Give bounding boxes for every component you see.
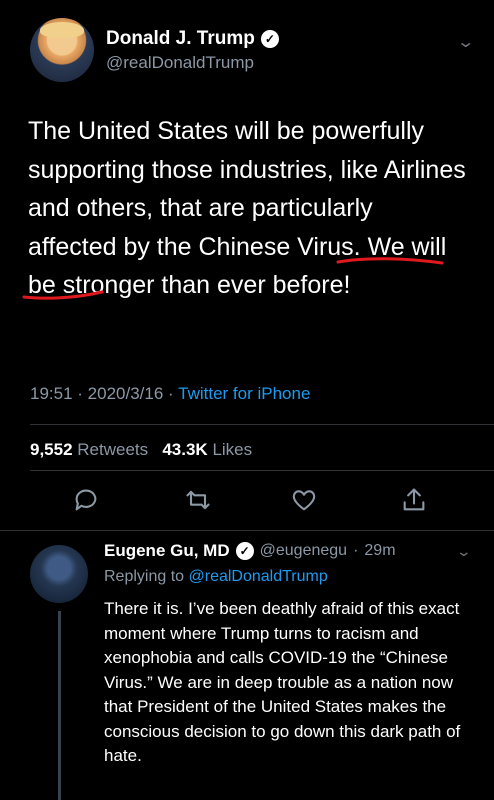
retweets-count[interactable]: 9,552 <box>30 440 73 459</box>
verified-icon: ✓ <box>260 30 279 48</box>
thread-line <box>58 611 61 800</box>
separator: · <box>168 384 179 403</box>
share-icon[interactable] <box>400 486 428 514</box>
separator: · <box>353 542 359 559</box>
reply-avatar[interactable] <box>30 545 88 603</box>
divider <box>30 424 494 425</box>
tweet-source[interactable]: Twitter for iPhone <box>178 384 310 403</box>
tweet-stats: 9,552 Retweets 43.3K Likes <box>30 440 252 460</box>
tweet-meta: 19:51 · 2020/3/16 · Twitter for iPhone <box>30 384 310 404</box>
reply-author-name[interactable]: Eugene Gu, MD <box>104 541 230 561</box>
reply-time: 29m <box>364 542 396 559</box>
tweet-text: The United States will be powerfully sup… <box>28 117 466 299</box>
reply-tweet[interactable]: Eugene Gu, MD ✓ @eugenegu · 29m ⌄ Replyi… <box>0 531 494 800</box>
reply-text: There it is. I’ve been deathly afraid of… <box>104 599 461 765</box>
separator: · <box>77 384 88 403</box>
verified-icon: ✓ <box>235 542 254 560</box>
author-name[interactable]: Donald J. Trump <box>106 28 255 50</box>
replying-to-handle[interactable]: @realDonaldTrump <box>189 568 328 585</box>
chevron-down-icon[interactable]: ⌄ <box>456 543 472 560</box>
author-handle[interactable]: @realDonaldTrump <box>106 53 254 73</box>
reply-icon[interactable] <box>72 486 100 514</box>
reply-handle[interactable]: @eugenegu <box>260 542 347 560</box>
likes-label[interactable]: Likes <box>212 440 252 459</box>
author-row: Donald J. Trump ✓ <box>106 28 279 50</box>
action-bar <box>0 480 494 520</box>
retweets-label[interactable]: Retweets <box>77 440 148 459</box>
like-icon[interactable] <box>290 486 318 514</box>
likes-count[interactable]: 43.3K <box>162 440 207 459</box>
chevron-down-icon[interactable]: ⌄ <box>456 32 475 52</box>
avatar[interactable] <box>30 18 94 82</box>
tweet-time: 19:51 <box>30 384 73 403</box>
tweet-date: 2020/3/16 <box>87 384 164 403</box>
replying-prefix: Replying to <box>104 568 185 585</box>
replying-to: Replying to @realDonaldTrump <box>104 568 328 586</box>
reply-author-row: Eugene Gu, MD ✓ @eugenegu · 29m <box>104 541 396 561</box>
divider <box>30 470 494 471</box>
main-tweet: Donald J. Trump ✓ @realDonaldTrump ⌄ The… <box>0 0 494 531</box>
retweet-icon[interactable] <box>184 486 212 514</box>
